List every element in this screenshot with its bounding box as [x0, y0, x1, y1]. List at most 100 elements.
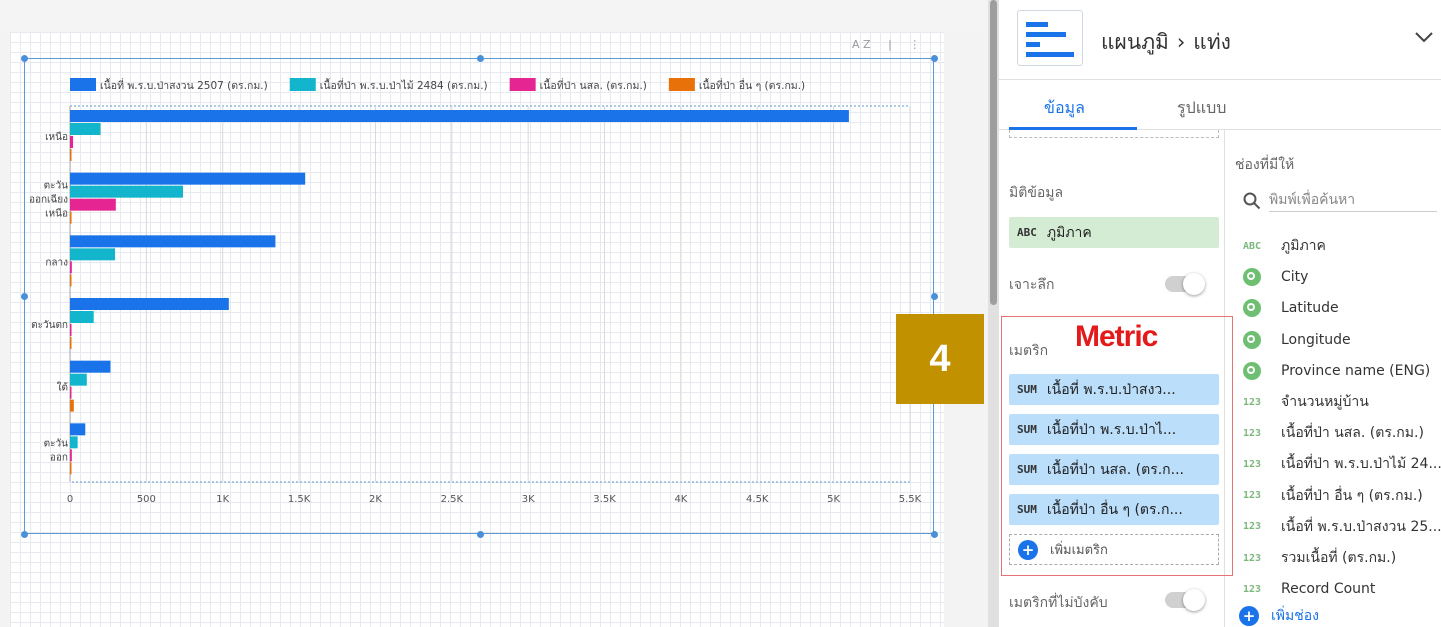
bar	[70, 399, 74, 412]
plus-icon: +	[1239, 606, 1259, 626]
field-item[interactable]: Latitude	[1243, 296, 1339, 320]
x-tick-label: 0	[67, 494, 73, 505]
chart-type-breadcrumb[interactable]: แผนภูมิ › แท่ง	[1101, 26, 1231, 59]
dimension-chip[interactable]: ABC ภูมิภาค	[1009, 217, 1219, 248]
bar	[70, 423, 86, 436]
canvas-top-strip	[0, 0, 988, 32]
x-tick-label: 2K	[369, 494, 382, 505]
panel-header: แผนภูมิ › แท่ง	[999, 0, 1441, 80]
field-label: เนื้อที่ป่า พ.ร.บ.ป่าไม้ 24...	[1281, 456, 1441, 473]
breadcrumb-separator: ›	[1176, 30, 1186, 54]
field-label: จำนวนหมู่บ้าน	[1281, 394, 1369, 410]
add-field-label: เพิ่มช่อง	[1271, 608, 1319, 624]
y-category-label: ตะวัน	[44, 438, 68, 449]
legend-swatch	[509, 78, 536, 91]
x-tick-label: 1.5K	[288, 494, 311, 505]
field-item[interactable]: City	[1243, 265, 1308, 289]
geo-field-icon	[1243, 268, 1261, 287]
bar	[70, 149, 72, 161]
metric-chip[interactable]: SUM เนื้อที่ป่า นสล. (ตร.ก...	[1009, 454, 1219, 485]
field-item[interactable]: 123 เนื้อที่ป่า พ.ร.บ.ป่าไม้ 24...	[1243, 452, 1441, 476]
properties-panel: แผนภูมิ › แท่ง ข้อมูล รูปแบบ มิติข้อมูล AB…	[999, 0, 1441, 627]
legend-label: เนื้อที่ป่า พ.ร.บ.ป่าไม้ 2484 (ตร.กม.)	[320, 78, 488, 92]
bar	[70, 185, 184, 198]
bar	[70, 373, 87, 386]
legend-swatch	[289, 78, 316, 91]
add-field-button[interactable]: + เพิ่มช่อง	[1235, 605, 1319, 627]
add-metric-button[interactable]: + เพิ่มเมตริก	[1009, 534, 1219, 565]
plus-icon: +	[1018, 539, 1038, 560]
text-field-icon: ABC	[1243, 240, 1262, 252]
field-item[interactable]: 123 เนื้อที่ พ.ร.บ.ป่าสงวน 25...	[1243, 515, 1441, 539]
number-field-icon: 123	[1243, 583, 1262, 595]
field-item[interactable]: Province name (ENG)	[1243, 359, 1430, 383]
metric-annotation-text: Metric	[1075, 320, 1158, 353]
field-label: รวมเนื้อที่ (ตร.กม.)	[1281, 550, 1397, 566]
bar	[70, 360, 111, 373]
metric-chip[interactable]: SUM เนื้อที่ป่า พ.ร.บ.ป่าไ...	[1009, 414, 1219, 445]
bar	[70, 110, 849, 122]
panel-scrollbar[interactable]	[988, 0, 999, 627]
field-item[interactable]: Longitude	[1243, 328, 1351, 352]
bar	[70, 386, 72, 399]
bar-chart-icon[interactable]	[1017, 10, 1083, 66]
more-vert-icon[interactable]: ⋮	[909, 38, 920, 51]
number-field-icon: 123	[1243, 521, 1262, 533]
legend-swatch	[70, 78, 96, 91]
scrollbar-thumb[interactable]	[990, 0, 997, 305]
report-canvas[interactable]: A Z | ⋮ 0 500 1K 1.5K 2K 2.5K 3K 3.5K 4K 4.5K 5K 5.…	[0, 0, 988, 627]
bar	[70, 298, 229, 310]
field-search-input[interactable]	[1269, 188, 1437, 212]
drill-down-toggle[interactable]	[1165, 273, 1205, 295]
metric-chip[interactable]: SUM เนื้อที่ป่า อื่น ๆ (ตร.ก...	[1009, 494, 1219, 525]
sort-icon[interactable]: A Z	[852, 38, 871, 51]
metric-chip[interactable]: SUM เนื้อที่ พ.ร.บ.ป่าสงว...	[1009, 374, 1219, 405]
y-category-label: ใต้	[57, 382, 68, 394]
field-item[interactable]: 123 เนื้อที่ป่า อื่น ๆ (ตร.กม.)	[1243, 484, 1423, 508]
x-tick-label: 5K	[827, 494, 840, 505]
metric-chip-label: เนื้อที่ป่า นสล. (ตร.ก...	[1046, 461, 1185, 478]
bar	[70, 211, 72, 224]
tab-data[interactable]: ข้อมูล	[1044, 96, 1085, 121]
geo-field-icon	[1243, 299, 1261, 318]
available-fields-column: ช่องที่มีให้ ABC ภูมิภาค City Latitude Longi…	[1225, 130, 1441, 627]
metric-chip-label: เนื้อที่ป่า อื่น ๆ (ตร.ก...	[1046, 501, 1183, 518]
bar-chart[interactable]: 0 500 1K 1.5K 2K 2.5K 3K 3.5K 4K 4.5K 5K 5.5K เนื้อท…	[24, 58, 934, 534]
dimension-chip-label: ภูมิภาค	[1046, 224, 1092, 241]
metric-section-label: เมตริก	[1009, 343, 1049, 359]
tab-style[interactable]: รูปแบบ	[1177, 96, 1226, 121]
number-field-icon: 123	[1243, 427, 1262, 439]
legend-swatch	[668, 78, 695, 91]
aggregation-tag: SUM	[1017, 463, 1037, 476]
y-category-label: ตะวันตก	[31, 320, 68, 331]
field-item[interactable]: 123 Record Count	[1243, 577, 1375, 601]
aggregation-tag: SUM	[1017, 383, 1037, 396]
bar	[70, 274, 72, 287]
legend-label: เนื้อที่ป่า อื่น ๆ (ตร.กม.)	[699, 78, 805, 92]
bar	[70, 337, 72, 349]
field-item[interactable]: ABC ภูมิภาค	[1243, 234, 1326, 258]
x-tick-label: 4K	[674, 494, 687, 505]
optional-metrics-toggle[interactable]	[1165, 589, 1205, 611]
bar	[70, 462, 72, 475]
number-field-icon: 123	[1243, 490, 1262, 502]
x-tick-label: 5.5K	[899, 494, 922, 505]
y-category-label: ออกเฉียง	[29, 194, 68, 206]
dimension-type-tag: ABC	[1017, 226, 1037, 239]
optional-metrics-label: เมตริกที่ไม่บังคับ	[1009, 595, 1108, 611]
bar	[70, 136, 74, 148]
number-field-icon: 123	[1243, 458, 1262, 470]
y-category-label: ตะวัน	[44, 181, 68, 192]
x-tick-label: 2.5K	[441, 494, 464, 505]
x-tick-label: 500	[137, 494, 156, 505]
field-item[interactable]: 123 จำนวนหมู่บ้าน	[1243, 390, 1369, 414]
field-item[interactable]: 123 รวมเนื้อที่ (ตร.กม.)	[1243, 546, 1396, 570]
collapsed-chip-stub	[1009, 130, 1219, 138]
field-item[interactable]: 123 เนื้อที่ป่า นสล. (ตร.กม.)	[1243, 421, 1424, 445]
bar	[70, 311, 94, 323]
field-label: Latitude	[1281, 300, 1339, 317]
aggregation-tag: SUM	[1017, 423, 1037, 436]
chevron-down-icon[interactable]	[1413, 26, 1435, 48]
chart-toolbar: A Z | ⋮	[852, 38, 934, 51]
search-icon	[1243, 192, 1261, 210]
